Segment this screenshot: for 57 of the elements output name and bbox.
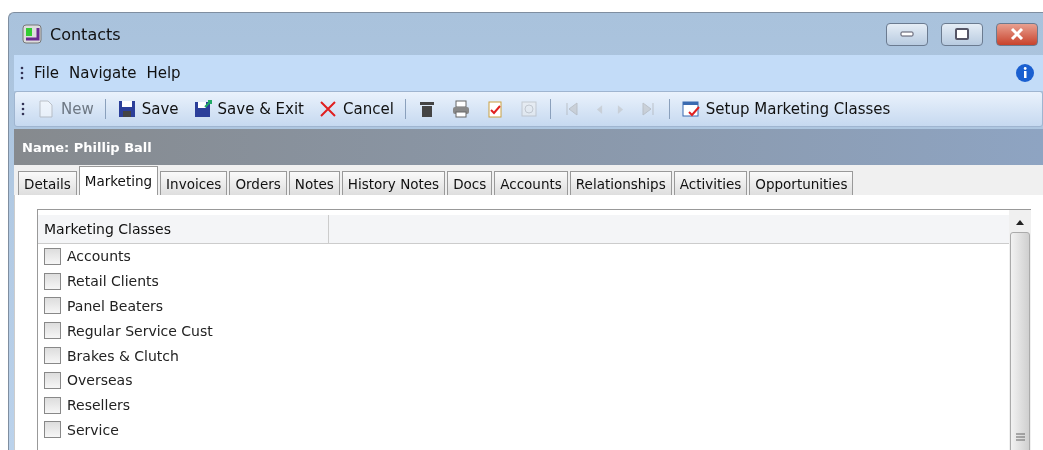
- tab[interactable]: Marketing: [78, 166, 159, 195]
- checkbox[interactable]: [44, 421, 61, 439]
- checkbox[interactable]: [44, 297, 61, 315]
- tab[interactable]: Invoices: [160, 171, 228, 195]
- previous-icon: [595, 103, 603, 115]
- list-item-label: Brakes & Clutch: [67, 347, 179, 364]
- column-title: Marketing Classes: [38, 215, 329, 243]
- minimize-icon: [900, 31, 914, 37]
- checkbox[interactable]: [44, 247, 61, 265]
- minimize-button[interactable]: [886, 22, 928, 46]
- list-item-label: Accounts: [67, 248, 131, 265]
- tab[interactable]: Orders: [229, 171, 287, 195]
- close-button[interactable]: [996, 22, 1038, 46]
- tab[interactable]: Accounts: [494, 171, 568, 195]
- cross-icon: [318, 99, 338, 119]
- checkbox[interactable]: [44, 396, 61, 414]
- tab[interactable]: Docs: [447, 171, 493, 195]
- checkbox[interactable]: [44, 347, 61, 365]
- menu-item[interactable]: File: [34, 64, 60, 82]
- grip-icon: [21, 102, 25, 116]
- checkbox[interactable]: [44, 371, 61, 389]
- tab[interactable]: History Notes: [341, 171, 446, 195]
- checkbox[interactable]: [44, 272, 61, 290]
- scroll-thumb[interactable]: [1010, 232, 1030, 450]
- list-item-label: Resellers: [67, 397, 131, 414]
- close-icon: [1010, 28, 1024, 40]
- list-item-label: Overseas: [67, 372, 133, 389]
- contact-name: Name: Phillip Ball: [22, 139, 152, 155]
- window-title: Contacts: [50, 24, 122, 44]
- calendar-check-icon: [680, 99, 701, 119]
- maximize-icon: [955, 28, 969, 40]
- maximize-button[interactable]: [941, 22, 983, 46]
- tab[interactable]: Notes: [288, 171, 340, 195]
- tab[interactable]: Relationships: [569, 171, 672, 195]
- scrollbar[interactable]: [1009, 210, 1031, 450]
- toolbar-button[interactable]: Cancel: [315, 97, 397, 121]
- grip-icon: [20, 66, 24, 80]
- scroll-up-icon[interactable]: [1015, 218, 1025, 226]
- next-icon: [616, 103, 624, 115]
- checkbox[interactable]: [44, 322, 61, 340]
- tab[interactable]: Details: [18, 171, 77, 195]
- list-item-label: Retail Clients: [67, 273, 159, 290]
- printer-icon: [450, 99, 471, 119]
- list-item-label: Panel Beaters: [67, 298, 164, 314]
- toolbar-button[interactable]: Save: [113, 97, 182, 121]
- app-icon: [22, 24, 42, 44]
- grip-lines-icon: [1015, 433, 1025, 441]
- list-item-label: Service: [67, 421, 119, 438]
- info-icon[interactable]: [1015, 63, 1035, 83]
- menu-item[interactable]: Navigate: [69, 64, 137, 82]
- toolbar-button[interactable]: Setup Marketing Classes: [677, 97, 894, 121]
- tab[interactable]: Opportunities: [749, 171, 854, 195]
- tab[interactable]: Activities: [673, 171, 748, 195]
- list-item-label: Regular Service Cust: [67, 322, 213, 339]
- document-icon: [36, 99, 56, 119]
- menu-item[interactable]: Help: [146, 64, 181, 82]
- toolbar-button[interactable]: Save & Exit: [189, 97, 307, 121]
